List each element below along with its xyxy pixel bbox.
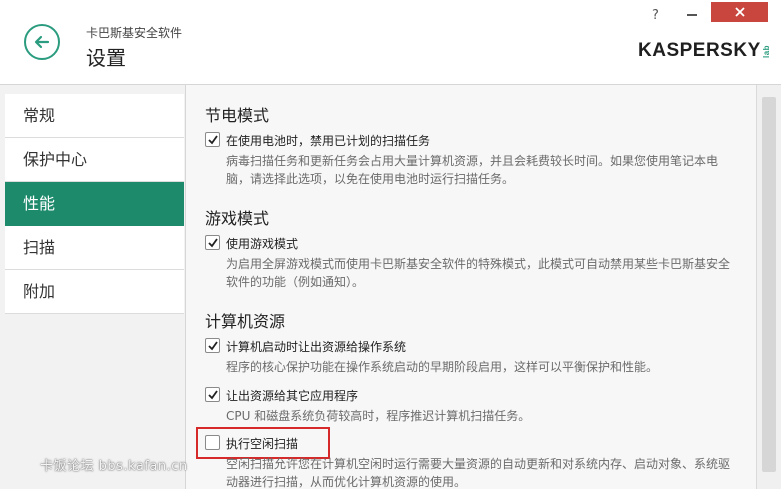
startup-resources-checkbox[interactable] <box>205 338 220 353</box>
logo-text: KASPERSKY <box>638 40 761 61</box>
sidebar-item-additional[interactable]: 附加 <box>5 270 184 314</box>
settings-content: 节电模式 在使用电池时，禁用已计划的扫描任务 病毒扫描任务和更新任务会占用大量计… <box>186 85 756 489</box>
app-name: 卡巴斯基安全软件 <box>86 26 183 40</box>
section-title-gaming: 游戏模式 <box>205 209 270 228</box>
checkmark-icon <box>208 238 218 248</box>
checkmark-icon <box>208 390 218 400</box>
option-label[interactable]: 在使用电池时，禁用已计划的扫描任务 <box>226 132 430 149</box>
option-description: 空闲扫描允许您在计算机空闲时运行需要大量资源的自动更新和对系统内存、启动对象、系… <box>226 457 731 489</box>
option-label[interactable]: 使用游戏模式 <box>226 235 298 252</box>
option-description: CPU 和磁盘系统负荷较高时，程序推迟计算机扫描任务。 <box>226 409 531 423</box>
idle-scan-checkbox[interactable] <box>205 435 220 450</box>
page-title: 设置 <box>86 46 126 70</box>
minimize-button[interactable] <box>680 2 704 22</box>
scrollbar[interactable] <box>756 85 781 489</box>
yield-resources-checkbox[interactable] <box>205 387 220 402</box>
option-label[interactable]: 让出资源给其它应用程序 <box>226 387 358 404</box>
checkmark-icon <box>208 135 218 145</box>
sidebar: 常规 保护中心 性能 扫描 附加 <box>0 85 186 489</box>
option-description: 病毒扫描任务和更新任务会占用大量计算机资源，并且会耗费较长时间。如果您使用笔记本… <box>226 154 719 186</box>
watermark: 卡饭论坛 bbs.kafan.cn <box>40 459 188 474</box>
header: 卡巴斯基安全软件 设置 ? KASPERSKYlab <box>0 0 781 85</box>
option-label[interactable]: 执行空闲扫描 <box>226 435 298 452</box>
back-button[interactable] <box>24 24 60 60</box>
gaming-checkbox[interactable] <box>205 235 220 250</box>
sidebar-item-general[interactable]: 常规 <box>5 94 184 138</box>
close-icon <box>734 7 745 17</box>
sidebar-item-performance[interactable]: 性能 <box>5 182 184 226</box>
section-title-resources: 计算机资源 <box>205 312 286 331</box>
option-label[interactable]: 计算机启动时让出资源给操作系统 <box>226 338 406 355</box>
battery-checkbox[interactable] <box>205 132 220 147</box>
sidebar-item-protection[interactable]: 保护中心 <box>5 138 184 182</box>
option-description: 程序的核心保护功能在操作系统启动的早期阶段启用，这样可以平衡保护和性能。 <box>226 360 659 374</box>
scrollbar-thumb[interactable] <box>762 97 776 472</box>
kaspersky-logo: KASPERSKYlab <box>638 40 773 62</box>
close-button[interactable] <box>711 2 768 22</box>
checkmark-icon <box>208 341 218 351</box>
logo-lab: lab <box>761 44 771 59</box>
sidebar-item-scan[interactable]: 扫描 <box>5 226 184 270</box>
arrow-left-icon <box>34 35 50 49</box>
option-description: 为启用全屏游戏模式而使用卡巴斯基安全软件的特殊模式，此模式可自动禁用某些卡巴斯基… <box>226 257 731 289</box>
help-icon[interactable]: ? <box>652 8 659 23</box>
section-title-power-saving: 节电模式 <box>205 106 270 125</box>
